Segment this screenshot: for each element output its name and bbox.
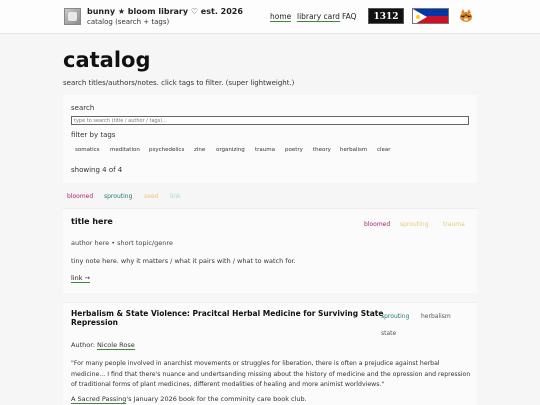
filter-by-tags-label: filter by tags (71, 131, 116, 139)
result-count: showing 4 of 4 (71, 166, 123, 174)
card-meta: author here • short topic/genre (71, 239, 173, 247)
author-link[interactable]: Nicole Rose (97, 341, 135, 350)
tag-trauma[interactable]: trauma (255, 147, 275, 153)
nav-home-link[interactable]: home (270, 12, 292, 22)
tag-herbalism[interactable]: herbalism (340, 147, 367, 153)
filter-seed[interactable]: seed (144, 193, 158, 200)
card-title: title here (71, 217, 113, 226)
nav-library-card-link[interactable]: library card (297, 12, 340, 22)
filter-link[interactable]: link (170, 193, 181, 200)
card-badge-sprouting[interactable]: sprouting (400, 221, 428, 228)
card-badge-trauma[interactable]: trauma (443, 221, 465, 228)
site-subtitle: catalog (search + tags) (87, 18, 170, 26)
search-panel (63, 95, 477, 183)
philippine-flag-icon (412, 8, 449, 24)
filter-sprouting[interactable]: sprouting (104, 193, 132, 200)
card-badge-bloomed[interactable]: bloomed (364, 221, 390, 228)
author-prefix: Author: (71, 341, 95, 349)
card-badge-herbalism[interactable]: herbalism (421, 313, 451, 320)
card-badge-state[interactable]: state (381, 330, 396, 337)
sacred-passing-link[interactable]: A Sacred Passing (71, 395, 127, 404)
card-footer: A Sacred Passing's January 2026 book for… (71, 395, 307, 404)
page-description: search titles/authors/notes. click tags … (63, 79, 295, 87)
card-quote: "For many people involved in anarchist m… (71, 360, 471, 389)
search-input[interactable] (71, 116, 469, 125)
card-title-line2: Repression (71, 318, 119, 327)
card-title-line1: Herbalism & State Violence: Pracitcal He… (71, 309, 384, 318)
tag-meditation[interactable]: meditation (110, 147, 140, 153)
tag-somatics[interactable]: somatics (75, 147, 100, 153)
site-title: bunny ★ bloom library ♡ est. 2026 (87, 7, 243, 16)
page-title: catalog (63, 48, 151, 72)
tag-zine[interactable]: zine (194, 147, 205, 153)
library-logo-icon[interactable] (64, 8, 81, 25)
tag-organizing[interactable]: organizing (216, 147, 245, 153)
search-label: search (71, 104, 95, 112)
tag-poetry[interactable]: poetry (285, 147, 303, 153)
tag-psychedelics[interactable]: psychedelics (149, 147, 184, 153)
card-badge-sprouting[interactable]: sprouting (381, 313, 409, 320)
badge-1312: 1312 (368, 8, 404, 24)
nav-faq-link[interactable]: FAQ (342, 12, 357, 21)
card-author: Author: Nicole Rose (71, 341, 135, 350)
tag-theory[interactable]: theory (313, 147, 331, 153)
card-note: tiny note here. why it matters / what it… (71, 257, 296, 265)
top-bar: bunny ★ bloom library ♡ est. 2026 catalo… (0, 0, 540, 34)
card-footer-text: 's January 2026 book for the comminity c… (126, 395, 307, 403)
card-link[interactable]: link → (71, 274, 91, 283)
tiger-icon (460, 9, 472, 22)
clear-tags-button[interactable]: clear (377, 147, 391, 153)
filter-bloomed[interactable]: bloomed (67, 193, 93, 200)
